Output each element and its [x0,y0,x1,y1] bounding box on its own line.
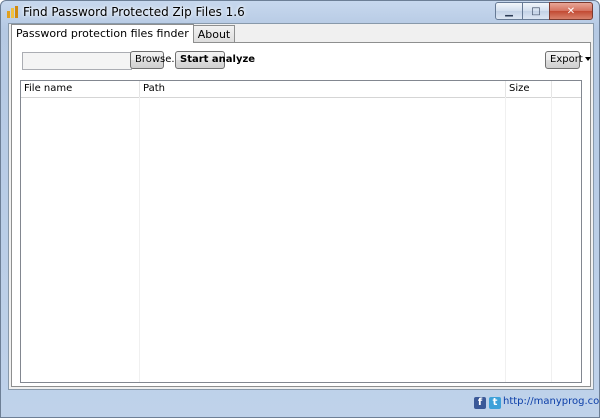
folder-path-input[interactable] [22,52,132,70]
tab-strip: Password protection files finder About [11,24,236,43]
results-table[interactable]: File name Path Size [20,80,582,383]
twitter-icon[interactable]: t [489,397,501,409]
start-analyze-button[interactable]: Start analyze [175,51,255,69]
column-header-size[interactable]: Size [506,81,552,97]
column-divider [139,97,140,382]
export-button[interactable]: Export [545,51,591,69]
column-divider [505,97,506,382]
column-header-path[interactable]: Path [140,81,506,97]
status-bar: f t http://manyprog.com [1,389,599,417]
export-label: Export [550,54,583,65]
dropdown-arrow-icon [584,57,591,61]
facebook-icon[interactable]: f [474,397,486,409]
maximize-button[interactable]: □ [522,2,550,20]
tab-about[interactable]: About [192,25,236,43]
website-link[interactable]: http://manyprog.com [503,396,599,407]
column-divider [551,97,552,382]
table-header: File name Path Size [21,81,581,98]
app-icon [7,6,18,18]
browse-button[interactable]: Browse... [130,51,181,69]
caption-buttons: ▁ □ ✕ [495,2,593,20]
column-header-file-name[interactable]: File name [21,81,140,97]
close-button[interactable]: ✕ [549,2,593,20]
tab-panel: Browse... Start analyze Export File name… [11,42,591,387]
minimize-button[interactable]: ▁ [495,2,523,20]
tab-password-finder[interactable]: Password protection files finder [11,24,194,43]
window-title: Find Password Protected Zip Files 1.6 [23,5,245,19]
column-header-filler [552,81,581,97]
app-window: Find Password Protected Zip Files 1.6 ▁ … [0,0,600,418]
client-area: Password protection files finder About B… [8,23,594,390]
title-bar[interactable]: Find Password Protected Zip Files 1.6 ▁ … [1,1,599,23]
